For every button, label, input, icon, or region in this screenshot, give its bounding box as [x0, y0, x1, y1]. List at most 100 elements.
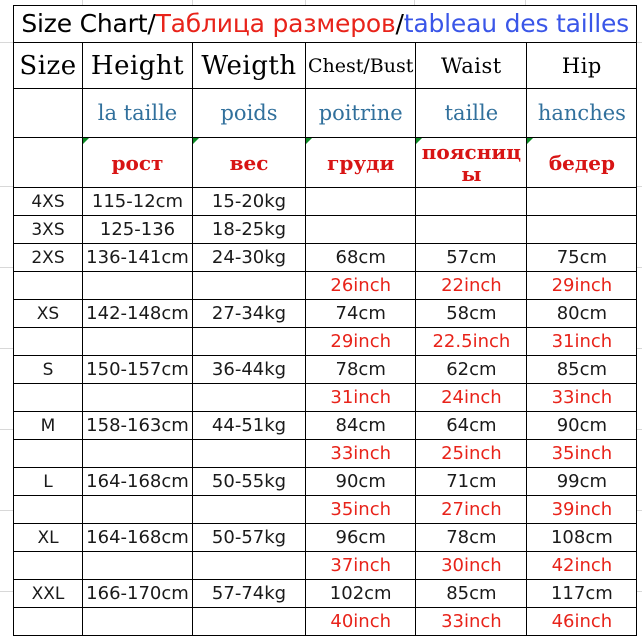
row-height-spacer [82, 439, 193, 468]
row-chest-inch: 31inch [304, 383, 417, 412]
row-chest-cm: 84cm [304, 411, 417, 440]
row-chest-inch: 29inch [304, 327, 417, 356]
row-hip-cm: 108cm [526, 523, 638, 552]
row-chest-cm [304, 215, 417, 244]
title-row: Size Chart/Таблица размеров/tableau des … [12, 5, 638, 43]
title-russian: Таблица размеров [155, 9, 396, 38]
russian-header-waist: поясницы [415, 137, 528, 188]
row-size-label: XL [13, 523, 83, 552]
row-waist-inch: 24inch [415, 383, 528, 412]
row-hip-inch: 33inch [526, 383, 638, 412]
table-row-inches: 31inch 24inch 33inch [13, 383, 638, 412]
row-waist-cm: 78cm [415, 523, 528, 552]
chart-title-cell: Size Chart/Таблица размеров/tableau des … [12, 5, 638, 43]
french-header-weight: poids [192, 88, 306, 138]
row-height-value: 142-148cm [82, 299, 193, 328]
row-height-value: 150-157cm [82, 355, 193, 384]
column-header-weight: Weigth [192, 42, 306, 89]
row-waist-cm: 71cm [415, 467, 528, 496]
row-waist-cm: 58cm [415, 299, 528, 328]
row-waist-cm: 62cm [415, 355, 528, 384]
table-row: 4XS 115-12cm 15-20kg [13, 187, 638, 216]
table-row: L 164-168cm 50-55kg 90cm 71cm 99cm [13, 467, 638, 496]
row-size-label: S [13, 355, 83, 384]
row-chest-inch: 35inch [304, 495, 417, 524]
row-waist-inch: 22.5inch [415, 327, 528, 356]
row-weight-value: 57-74kg [192, 579, 306, 608]
row-waist-cm: 64cm [415, 411, 528, 440]
row-height-spacer [82, 327, 193, 356]
row-waist-inch: 33inch [415, 607, 528, 636]
row-height-spacer [82, 607, 193, 636]
russian-header-size [13, 137, 83, 188]
row-height-value: 115-12cm [82, 187, 193, 216]
russian-header-waist-label: поясницы [421, 139, 521, 186]
row-size-label: L [13, 467, 83, 496]
row-height-spacer [82, 383, 193, 412]
table-row-inches: 35inch 27inch 39inch [13, 495, 638, 524]
table-row: XXL 166-170cm 57-74kg 102cm 85cm 117cm [13, 579, 638, 608]
row-weight-value: 44-51kg [192, 411, 306, 440]
row-hip-inch: 35inch [526, 439, 638, 468]
table-row-inches: 40inch 33inch 46inch [13, 607, 638, 636]
row-chest-cm: 90cm [304, 467, 417, 496]
cell-comment-marker-icon [83, 138, 89, 144]
column-header-chest: Chest/Bust [304, 42, 417, 89]
row-height-value: 125-136 [82, 215, 193, 244]
row-weight-value: 27-34kg [192, 299, 306, 328]
row-size-label: 4XS [13, 187, 83, 216]
row-waist-inch: 27inch [415, 495, 528, 524]
cell-comment-marker-icon [193, 138, 199, 144]
row-hip-cm: 75cm [526, 243, 638, 272]
row-size-label: XXL [13, 579, 83, 608]
table-row-inches: 29inch 22.5inch 31inch [13, 327, 638, 356]
row-hip-inch: 39inch [526, 495, 638, 524]
row-hip-inch: 42inch [526, 551, 638, 580]
row-size-spacer [13, 327, 83, 356]
row-chest-cm [304, 187, 417, 216]
row-chest-inch: 33inch [304, 439, 417, 468]
header-row-english: Size Height Weigth Chest/Bust Waist Hip [13, 42, 638, 89]
french-header-hip: hanches [526, 88, 638, 138]
row-waist-cm: 57cm [415, 243, 528, 272]
row-chest-inch: 26inch [304, 271, 417, 300]
row-hip-inch: 46inch [526, 607, 638, 636]
row-hip-cm [526, 215, 638, 244]
russian-header-height-label: рост [111, 150, 164, 175]
row-size-label: XS [13, 299, 83, 328]
table-row-inches: 37inch 30inch 42inch [13, 551, 638, 580]
french-header-height: la taille [82, 88, 193, 138]
row-waist-cm [415, 187, 528, 216]
row-chest-cm: 102cm [304, 579, 417, 608]
row-hip-cm: 90cm [526, 411, 638, 440]
row-weight-spacer [192, 439, 306, 468]
header-row-russian: рост вес груди поясницы бедер [13, 137, 638, 188]
row-hip-cm [526, 187, 638, 216]
french-header-size [13, 88, 83, 138]
row-hip-inch: 31inch [526, 327, 638, 356]
french-header-waist: taille [415, 88, 528, 138]
row-height-spacer [82, 551, 193, 580]
row-weight-value: 24-30kg [192, 243, 306, 272]
row-weight-spacer [192, 495, 306, 524]
table-row: M 158-163cm 44-51kg 84cm 64cm 90cm [13, 411, 638, 440]
column-header-height: Height [82, 42, 193, 89]
row-size-label: M [13, 411, 83, 440]
column-header-size: Size [13, 42, 83, 89]
row-height-value: 158-163cm [82, 411, 193, 440]
row-weight-spacer [192, 383, 306, 412]
cell-comment-marker-icon [306, 138, 312, 144]
row-size-label: 2XS [13, 243, 83, 272]
cell-comment-marker-icon [527, 138, 534, 144]
row-weight-value: 15-20kg [192, 187, 306, 216]
row-hip-cm: 80cm [526, 299, 638, 328]
row-size-spacer [13, 551, 83, 580]
row-hip-cm: 117cm [526, 579, 638, 608]
row-height-spacer [82, 271, 193, 300]
title-separator: / [395, 9, 404, 38]
russian-header-weight-label: вес [229, 150, 269, 175]
row-weight-spacer [192, 551, 306, 580]
row-chest-inch: 40inch [304, 607, 417, 636]
row-size-label: 3XS [13, 215, 83, 244]
row-weight-spacer [192, 327, 306, 356]
